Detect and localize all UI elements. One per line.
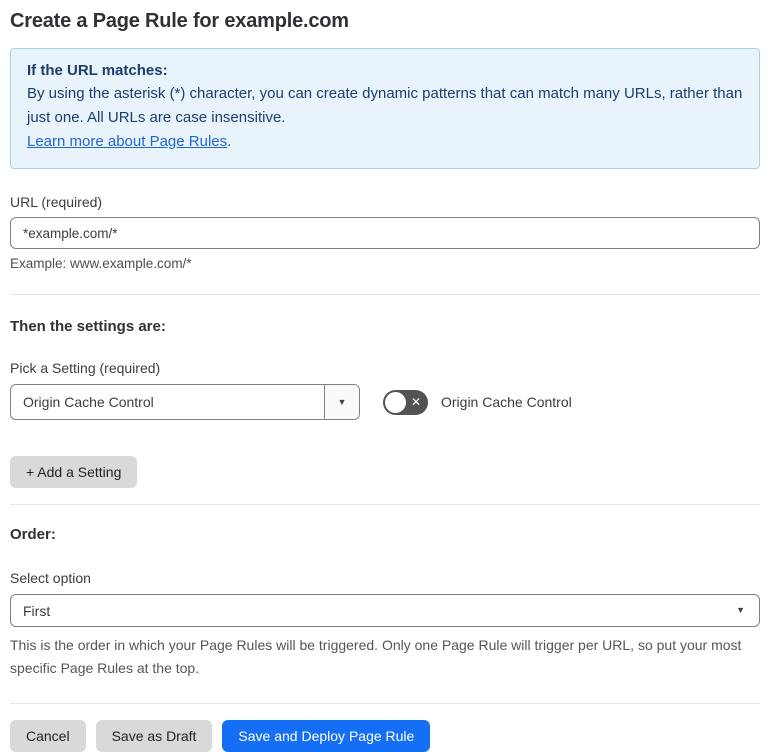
order-section-heading: Order: bbox=[10, 526, 56, 543]
divider bbox=[10, 294, 760, 295]
toggle-off-x-icon: ✕ bbox=[410, 395, 421, 409]
url-match-info-box: If the URL matches: By using the asteris… bbox=[10, 48, 760, 169]
setting-dropdown-value: Origin Cache Control bbox=[23, 394, 154, 410]
origin-cache-control-toggle[interactable]: ✕ bbox=[383, 389, 428, 415]
setting-dropdown[interactable]: Origin Cache Control ▼ bbox=[10, 384, 360, 420]
url-field-label: URL (required) bbox=[10, 194, 103, 210]
order-select-label: Select option bbox=[10, 570, 91, 586]
order-helper-text: This is the order in which your Page Rul… bbox=[10, 637, 742, 676]
toggle-knob bbox=[385, 391, 406, 413]
divider bbox=[10, 703, 760, 704]
cancel-button[interactable]: Cancel bbox=[10, 720, 86, 752]
link-suffix: . bbox=[227, 133, 232, 150]
chevron-down-icon: ▼ bbox=[337, 396, 347, 407]
save-as-draft-button[interactable]: Save as Draft bbox=[95, 720, 213, 752]
learn-more-link[interactable]: Learn more about Page Rules bbox=[27, 133, 227, 150]
info-box-body: By using the asterisk (*) character, you… bbox=[27, 85, 743, 126]
add-setting-button[interactable]: + Add a Setting bbox=[10, 456, 138, 488]
footer-actions: Cancel Save as Draft Save and Deploy Pag… bbox=[10, 720, 760, 752]
toggle-label: Origin Cache Control bbox=[441, 394, 572, 410]
url-input[interactable] bbox=[10, 217, 760, 249]
order-dropdown[interactable]: First ▼ bbox=[10, 594, 760, 627]
order-dropdown-value: First bbox=[23, 602, 51, 619]
settings-section-heading: Then the settings are: bbox=[10, 318, 166, 335]
page-title: Create a Page Rule for example.com bbox=[10, 10, 349, 32]
info-box-heading: If the URL matches: bbox=[27, 62, 168, 79]
info-box-link-line: Learn more about Page Rules. bbox=[27, 130, 743, 154]
save-and-deploy-button[interactable]: Save and Deploy Page Rule bbox=[222, 720, 431, 752]
url-example-helper: Example: www.example.com/* bbox=[10, 256, 192, 271]
chevron-down-icon: ▼ bbox=[736, 605, 745, 615]
setting-row: Origin Cache Control ▼ ✕ Origin Cache Co… bbox=[10, 384, 760, 420]
divider bbox=[10, 504, 760, 505]
create-page-rule-form: Create a Page Rule for example.com If th… bbox=[0, 0, 770, 752]
setting-dropdown-caret-button[interactable]: ▼ bbox=[324, 385, 359, 419]
pick-setting-label: Pick a Setting (required) bbox=[10, 360, 161, 376]
